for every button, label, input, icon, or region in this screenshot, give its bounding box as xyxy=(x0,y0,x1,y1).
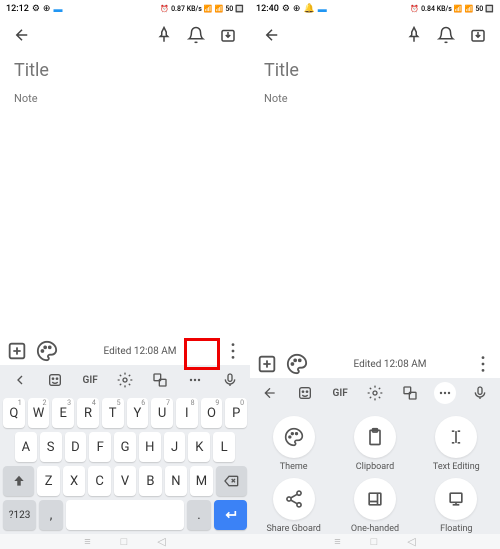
settings-button[interactable] xyxy=(109,372,142,388)
keyboard-toolbar: GIF xyxy=(250,378,500,408)
key-l[interactable]: L xyxy=(213,432,235,462)
kb-back-button[interactable] xyxy=(4,372,37,388)
key-r[interactable]: R4 xyxy=(77,398,99,428)
edit-timestamp: Edited 12:08 AM xyxy=(66,346,214,357)
back-button[interactable] xyxy=(258,21,286,49)
key-n[interactable]: N xyxy=(165,466,187,496)
sticker-button[interactable] xyxy=(289,385,322,401)
key-j[interactable]: J xyxy=(164,432,186,462)
pin-button[interactable] xyxy=(150,21,178,49)
status-bar: 12:12⚙⊕▬ ⏰0.87 KB/s📶📶50🔲 xyxy=(0,0,250,18)
settings-button[interactable] xyxy=(359,385,392,401)
nav-bar: ≡ □ ◁ xyxy=(0,534,250,549)
edit-timestamp: Edited 12:08 AM xyxy=(316,359,464,370)
keyboard: GIF Theme Clipboard Text Editing Share G… xyxy=(250,378,500,549)
nav-recents[interactable]: ≡ xyxy=(334,535,340,548)
key-u[interactable]: U7 xyxy=(151,398,173,428)
note-content xyxy=(0,52,250,337)
theme-option[interactable]: Theme xyxy=(254,416,333,472)
key-x[interactable]: X xyxy=(63,466,85,496)
app-toolbar xyxy=(250,18,500,52)
space-key[interactable] xyxy=(66,500,184,530)
keyboard: GIF Q1W2E3R4T5Y6U7I8O9P0 ASDFGHJKL ZXCVB… xyxy=(0,365,250,549)
translate-button[interactable] xyxy=(143,372,176,388)
nav-back[interactable]: ◁ xyxy=(407,535,415,548)
note-input[interactable] xyxy=(264,92,486,105)
key-k[interactable]: K xyxy=(188,432,210,462)
status-bar: 12:40⚙⊕🔔▬ ⏰0.84 KB/s📶📶50🔲 xyxy=(250,0,500,18)
key-a[interactable]: A xyxy=(15,432,37,462)
more-horiz-button[interactable] xyxy=(178,372,211,388)
kb-back-button[interactable] xyxy=(254,385,287,401)
key-y[interactable]: Y6 xyxy=(127,398,149,428)
reminder-button[interactable] xyxy=(432,21,460,49)
nav-home[interactable]: □ xyxy=(121,535,128,548)
key-z[interactable]: Z xyxy=(37,466,59,496)
palette-button[interactable] xyxy=(286,353,308,375)
add-button[interactable] xyxy=(6,340,28,362)
keyboard-panel: Theme Clipboard Text Editing Share Gboar… xyxy=(250,408,500,549)
mic-button[interactable] xyxy=(463,385,496,401)
gif-button[interactable]: GIF xyxy=(74,375,107,386)
gif-button[interactable]: GIF xyxy=(324,388,357,399)
reminder-button[interactable] xyxy=(182,21,210,49)
translate-button[interactable] xyxy=(393,385,426,401)
backspace-key[interactable] xyxy=(216,466,247,496)
more-vert-button[interactable] xyxy=(222,340,244,362)
sticker-button[interactable] xyxy=(39,372,72,388)
shift-key[interactable] xyxy=(3,466,34,496)
note-bottom-bar: Edited 12:08 AM xyxy=(0,337,250,365)
onehand-option[interactable]: One-handed xyxy=(335,478,414,534)
more-vert-button[interactable] xyxy=(472,353,494,375)
back-button[interactable] xyxy=(8,21,36,49)
more-horiz-button[interactable] xyxy=(428,382,461,404)
nav-home[interactable]: □ xyxy=(371,535,378,548)
nav-back[interactable]: ◁ xyxy=(157,535,165,548)
archive-button[interactable] xyxy=(214,21,242,49)
pin-button[interactable] xyxy=(400,21,428,49)
status-time: 12:12 xyxy=(6,4,29,14)
share-option[interactable]: Share Gboard xyxy=(254,478,333,534)
enter-key[interactable] xyxy=(214,500,247,530)
key-h[interactable]: H xyxy=(139,432,161,462)
nav-recents[interactable]: ≡ xyxy=(84,535,90,548)
textedit-option[interactable]: Text Editing xyxy=(417,416,496,472)
key-g[interactable]: G xyxy=(114,432,136,462)
keyboard-toolbar: GIF xyxy=(0,365,250,395)
key-o[interactable]: O9 xyxy=(201,398,223,428)
key-w[interactable]: W2 xyxy=(28,398,50,428)
note-input[interactable] xyxy=(14,92,236,105)
palette-button[interactable] xyxy=(36,340,58,362)
symbols-key[interactable]: ?123 xyxy=(3,500,36,530)
add-button[interactable] xyxy=(256,353,278,375)
floating-option[interactable]: Floating xyxy=(417,478,496,534)
comma-key[interactable]: , xyxy=(39,500,63,530)
key-f[interactable]: F xyxy=(89,432,111,462)
nav-bar: ≡ □ ◁ xyxy=(250,534,500,549)
period-key[interactable]: . xyxy=(187,500,211,530)
key-m[interactable]: M xyxy=(190,466,212,496)
key-t[interactable]: T5 xyxy=(102,398,124,428)
title-input[interactable] xyxy=(264,60,486,81)
clipboard-option[interactable]: Clipboard xyxy=(335,416,414,472)
status-time: 12:40 xyxy=(256,4,279,14)
note-bottom-bar: Edited 12:08 AM xyxy=(250,350,500,378)
archive-button[interactable] xyxy=(464,21,492,49)
note-content xyxy=(250,52,500,350)
key-i[interactable]: I8 xyxy=(176,398,198,428)
key-c[interactable]: C xyxy=(88,466,110,496)
app-toolbar xyxy=(0,18,250,52)
key-d[interactable]: D xyxy=(65,432,87,462)
key-p[interactable]: P0 xyxy=(225,398,247,428)
key-v[interactable]: V xyxy=(114,466,136,496)
key-q[interactable]: Q1 xyxy=(3,398,25,428)
key-b[interactable]: B xyxy=(139,466,161,496)
key-s[interactable]: S xyxy=(40,432,62,462)
title-input[interactable] xyxy=(14,60,236,81)
key-e[interactable]: E3 xyxy=(52,398,74,428)
mic-button[interactable] xyxy=(213,372,246,388)
